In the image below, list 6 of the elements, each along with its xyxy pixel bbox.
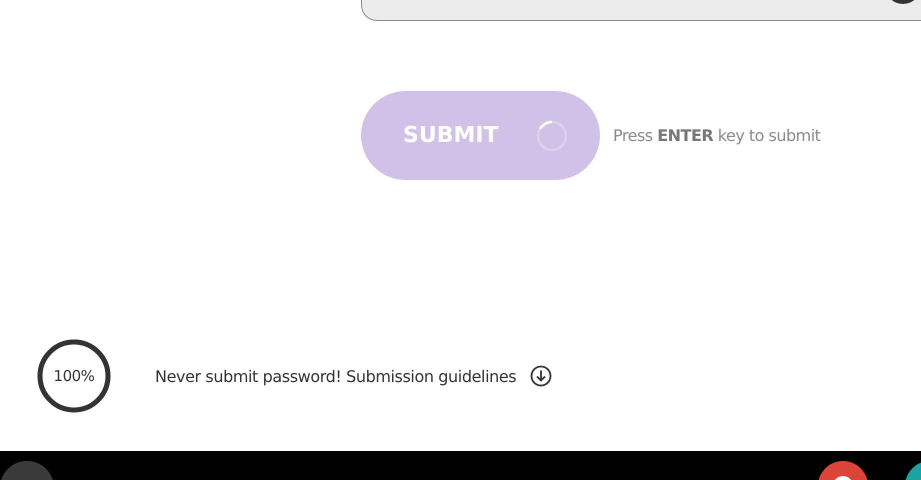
guidelines-notice[interactable]: Never submit password! Submission guidelines xyxy=(155,366,516,386)
enter-hint: Press ENTER key to submit xyxy=(613,126,820,145)
progress-label: 100% xyxy=(54,367,94,385)
browser-icon[interactable] xyxy=(818,461,868,480)
download-icon[interactable] xyxy=(530,365,552,387)
app-icon[interactable] xyxy=(905,461,921,480)
